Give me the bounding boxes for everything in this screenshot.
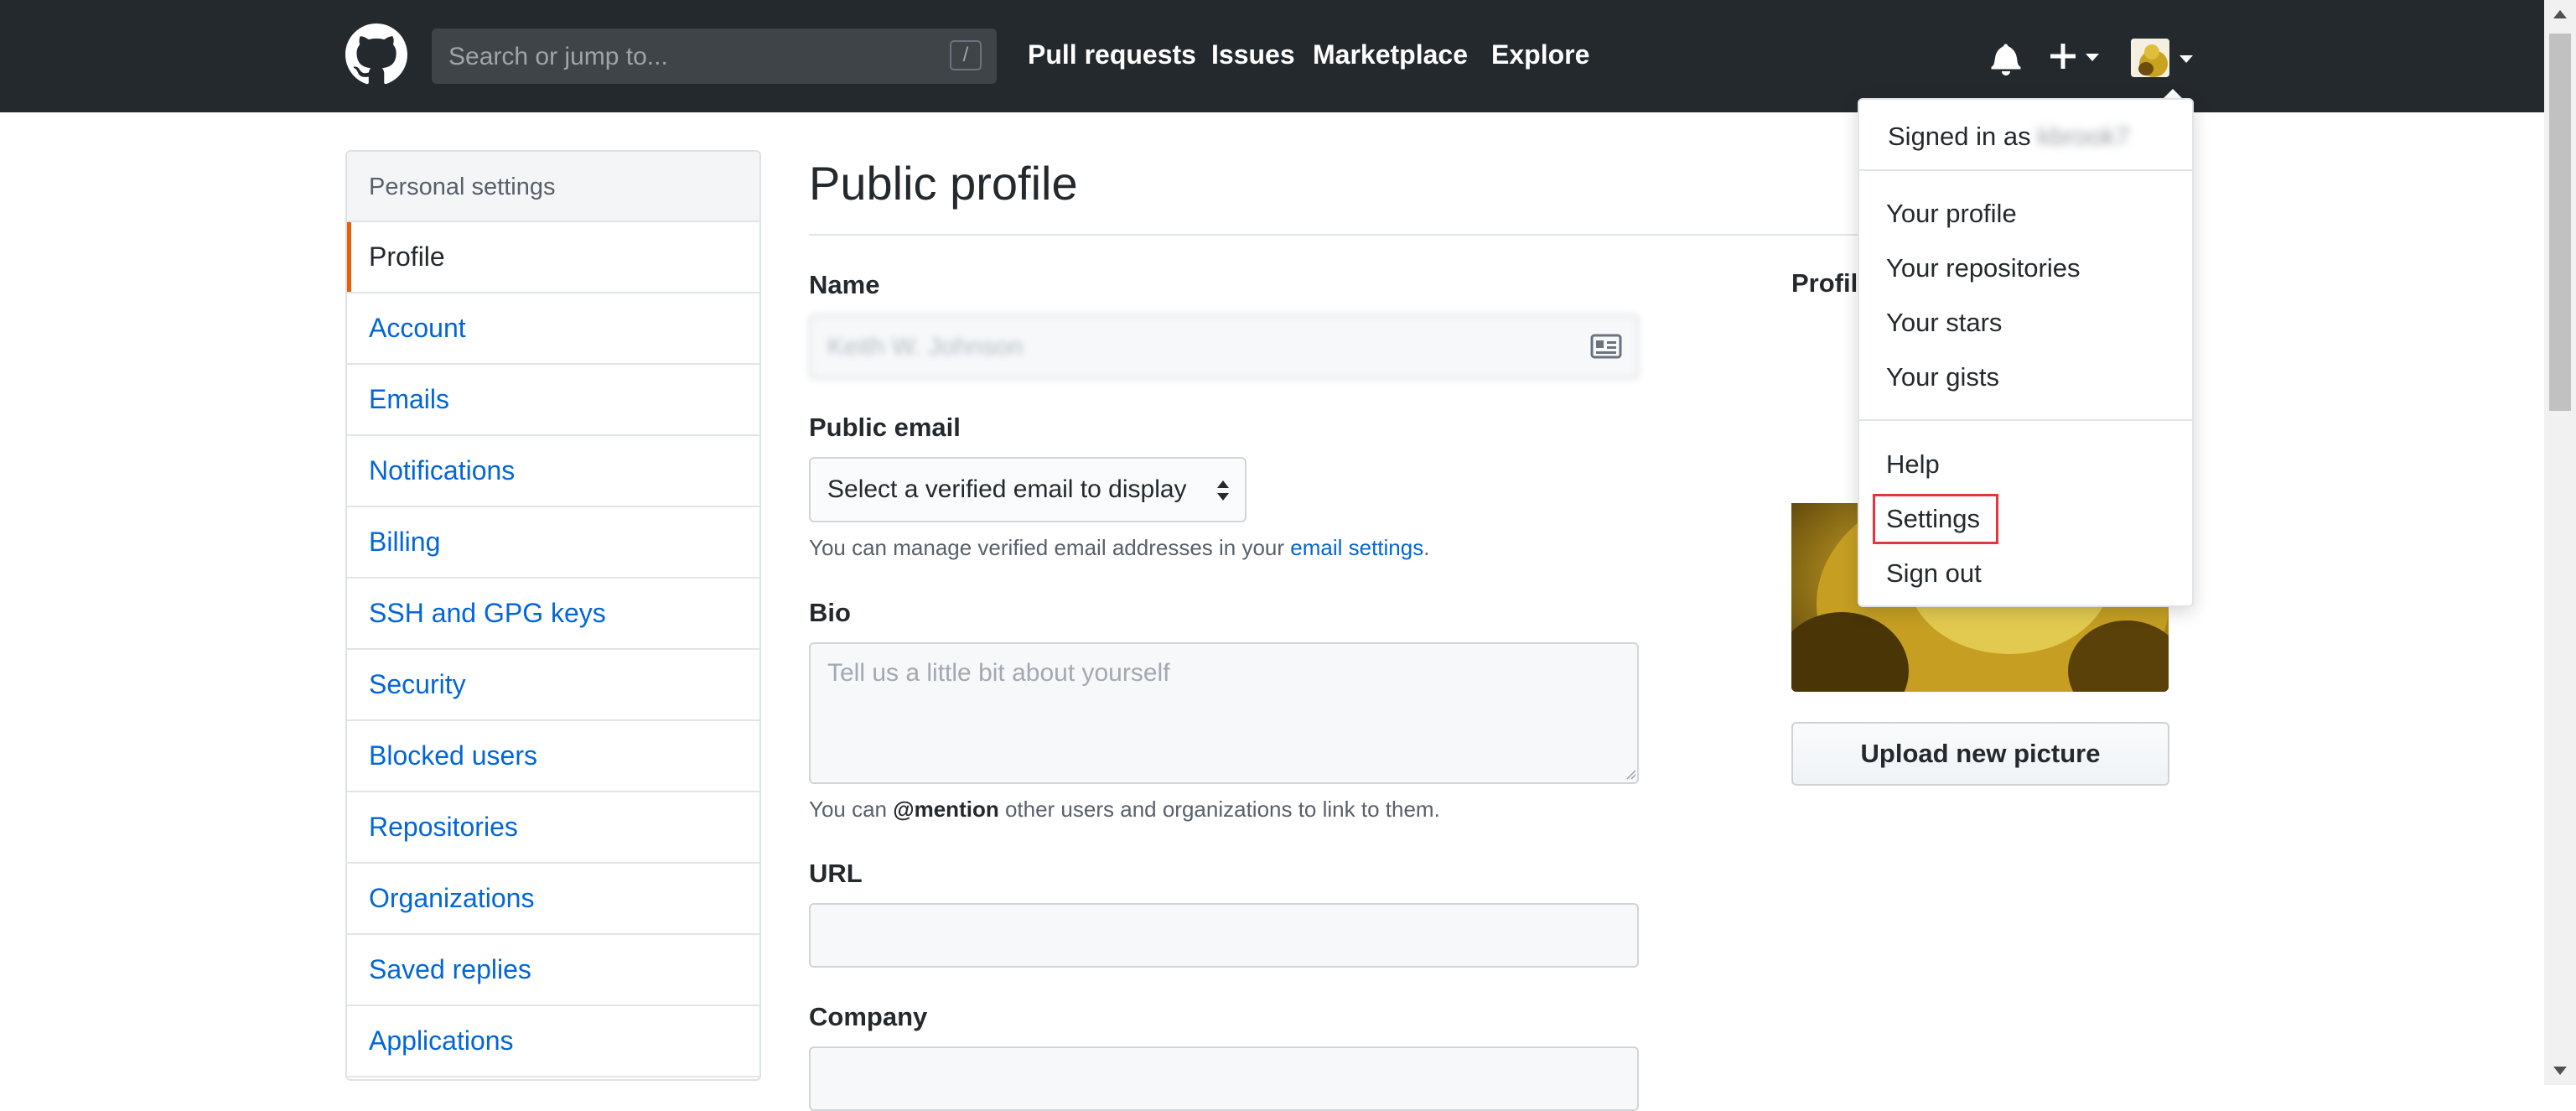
bio-help-prefix: You can [809, 797, 894, 822]
sidebar-item-applications[interactable]: Applications [347, 1006, 759, 1077]
search-shortcut-key: / [950, 40, 982, 70]
nav-marketplace[interactable]: Marketplace [1313, 39, 1468, 70]
url-field[interactable] [809, 903, 1639, 968]
sidebar-item-account[interactable]: Account [347, 293, 759, 365]
menu-item-your-repositories[interactable]: Your repositories [1886, 253, 2081, 283]
sidebar-item-repositories[interactable]: Repositories [347, 792, 759, 864]
nav-explore[interactable]: Explore [1491, 39, 1589, 70]
bio-help-suffix: other users and organizations to link to… [998, 797, 1440, 822]
mention-keyword: @mention [893, 797, 999, 822]
chevron-down-icon [2179, 55, 2193, 63]
top-navigation-bar: / Pull requests Issues Marketplace Explo… [0, 0, 2576, 112]
search-input[interactable] [447, 29, 920, 86]
upload-new-picture-button[interactable]: Upload new picture [1791, 722, 2169, 786]
sidebar-item-notifications[interactable]: Notifications [347, 436, 759, 507]
user-dropdown-menu: Signed in as kbrook7 Your profile Your re… [1858, 98, 2194, 607]
resize-handle-icon[interactable] [1625, 768, 1636, 780]
url-label: URL [809, 859, 863, 888]
public-email-selected-value: Select a verified email to display [827, 475, 1187, 503]
email-settings-link[interactable]: email settings [1290, 535, 1423, 560]
avatar [2131, 39, 2169, 77]
avatar-image [2131, 39, 2169, 77]
sidebar-heading: Personal settings [347, 152, 759, 222]
dropdown-divider [1859, 169, 2192, 171]
user-menu-toggle[interactable] [2131, 39, 2198, 77]
scroll-down-arrow-icon[interactable] [2553, 1067, 2567, 1075]
contact-card-icon [1590, 334, 1622, 359]
menu-item-your-gists[interactable]: Your gists [1886, 362, 1999, 392]
nav-issues[interactable]: Issues [1211, 39, 1295, 70]
sidebar-item-saved-replies[interactable]: Saved replies [347, 935, 759, 1006]
notifications-bell-icon[interactable] [1991, 42, 2021, 75]
plus-icon [2050, 44, 2076, 69]
create-new-menu[interactable] [2050, 40, 2104, 74]
sidebar-item-emails[interactable]: Emails [347, 365, 759, 436]
public-email-label: Public email [809, 413, 961, 442]
select-arrows-icon [1217, 480, 1229, 501]
sidebar-item-billing[interactable]: Billing [347, 507, 759, 579]
sidebar-item-security[interactable]: Security [347, 650, 759, 721]
name-label: Name [809, 270, 880, 299]
sidebar-item-blocked-users[interactable]: Blocked users [347, 721, 759, 792]
page-title: Public profile [809, 157, 1078, 210]
github-logo-icon[interactable] [345, 23, 407, 86]
menu-item-your-profile[interactable]: Your profile [1886, 199, 2017, 229]
name-field[interactable] [809, 314, 1639, 379]
email-help-text: You can manage verified email addresses … [809, 535, 1429, 561]
sidebar-item-profile[interactable]: Profile [347, 222, 759, 293]
company-field[interactable] [809, 1046, 1639, 1111]
company-label: Company [809, 1002, 928, 1031]
bio-label: Bio [809, 598, 851, 627]
nav-pull-requests[interactable]: Pull requests [1028, 39, 1196, 70]
scroll-up-arrow-icon[interactable] [2553, 10, 2567, 18]
scrollbar-thumb[interactable] [2549, 34, 2571, 411]
public-email-select[interactable]: Select a verified email to display [809, 457, 1247, 522]
menu-item-your-stars[interactable]: Your stars [1886, 308, 2002, 338]
bio-textarea[interactable] [809, 642, 1639, 784]
signed-in-as-text: Signed in as kbrook7 [1888, 122, 2130, 152]
search-box[interactable]: / [432, 29, 997, 86]
signed-in-label: Signed in as [1888, 122, 2031, 151]
dropdown-divider [1859, 419, 2192, 421]
chevron-down-icon [2086, 54, 2099, 61]
email-help-suffix: . [1423, 535, 1430, 560]
settings-sidebar: Personal settings Profile Account Emails… [345, 150, 761, 1081]
menu-item-settings[interactable]: Settings [1886, 504, 1980, 534]
sidebar-item-organizations[interactable]: Organizations [347, 864, 759, 935]
menu-item-sign-out[interactable]: Sign out [1886, 558, 1982, 589]
menu-item-help[interactable]: Help [1886, 449, 1940, 480]
signed-in-username: kbrook7 [2037, 122, 2130, 151]
email-help-prefix: You can manage verified email addresses … [809, 535, 1291, 560]
sidebar-item-ssh-gpg-keys[interactable]: SSH and GPG keys [347, 579, 759, 650]
bio-help-text: You can @mention other users and organiz… [809, 797, 1440, 823]
